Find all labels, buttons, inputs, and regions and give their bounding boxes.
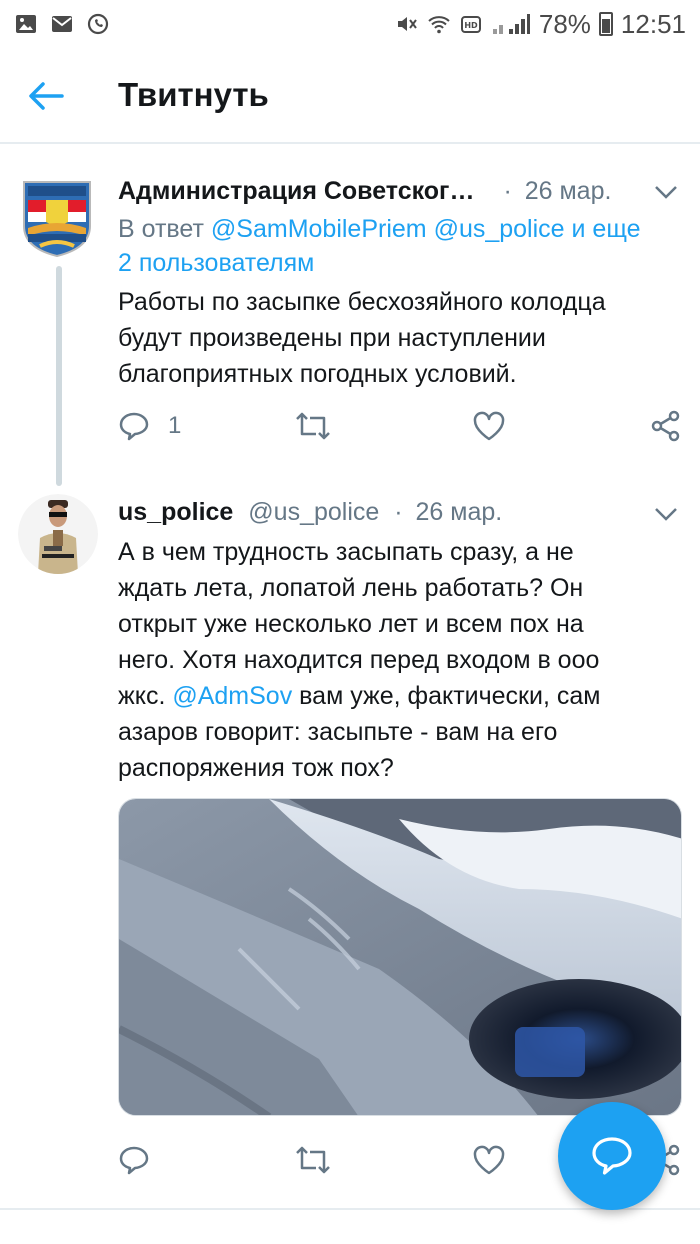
reply-bubble-icon — [592, 1137, 632, 1175]
separator-dot: · — [394, 498, 403, 526]
reply-icon — [119, 1146, 149, 1175]
tweet-us-police[interactable]: us_police @us_police · 26 мар. А в чем т… — [0, 0, 700, 1208]
compose-reply-button[interactable] — [558, 1102, 666, 1210]
tweet-text: А в чем трудность засыпать сразу, а не ж… — [118, 534, 678, 786]
author-handle[interactable]: @us_police — [248, 498, 379, 526]
reply-button[interactable] — [118, 1140, 150, 1180]
tweet-text-line: ждать лета, лопатой лень работать? Он — [118, 574, 584, 602]
tweet-text-line: азаров говорит: засыпьте - вам на его — [118, 718, 558, 746]
snow-hole-photo — [119, 799, 681, 1115]
divider — [0, 1208, 700, 1210]
chevron-down-icon[interactable] — [652, 504, 680, 524]
text-fragment: вам уже, фактически, сам — [299, 682, 601, 710]
mention-link[interactable]: @AdmSov — [172, 682, 292, 710]
tweet-date: 26 мар. — [415, 498, 503, 526]
retweet-button[interactable] — [294, 1140, 332, 1180]
like-button[interactable] — [472, 1140, 506, 1180]
author-name[interactable]: us_police — [118, 498, 233, 526]
tweet-text-line: открыт уже несколько лет и всем пох на — [118, 610, 584, 638]
tweet-text-line: А в чем трудность засыпать сразу, а не — [118, 538, 574, 566]
police-officer-avatar — [18, 494, 98, 574]
retweet-icon — [296, 1146, 330, 1174]
avatar[interactable] — [18, 494, 98, 574]
tweet-header: us_police @us_police · 26 мар. — [118, 498, 502, 527]
tweet-text-line: жкс. @AdmSov вам уже, фактически, сам — [118, 678, 678, 714]
tweet-photo[interactable] — [118, 798, 682, 1116]
tweet-text-line: него. Хотя находится перед входом в ооо — [118, 646, 600, 674]
text-fragment: жкс. — [118, 682, 166, 710]
heart-icon — [473, 1145, 505, 1175]
tweet-text-line: распоряжения тож пох? — [118, 754, 394, 782]
